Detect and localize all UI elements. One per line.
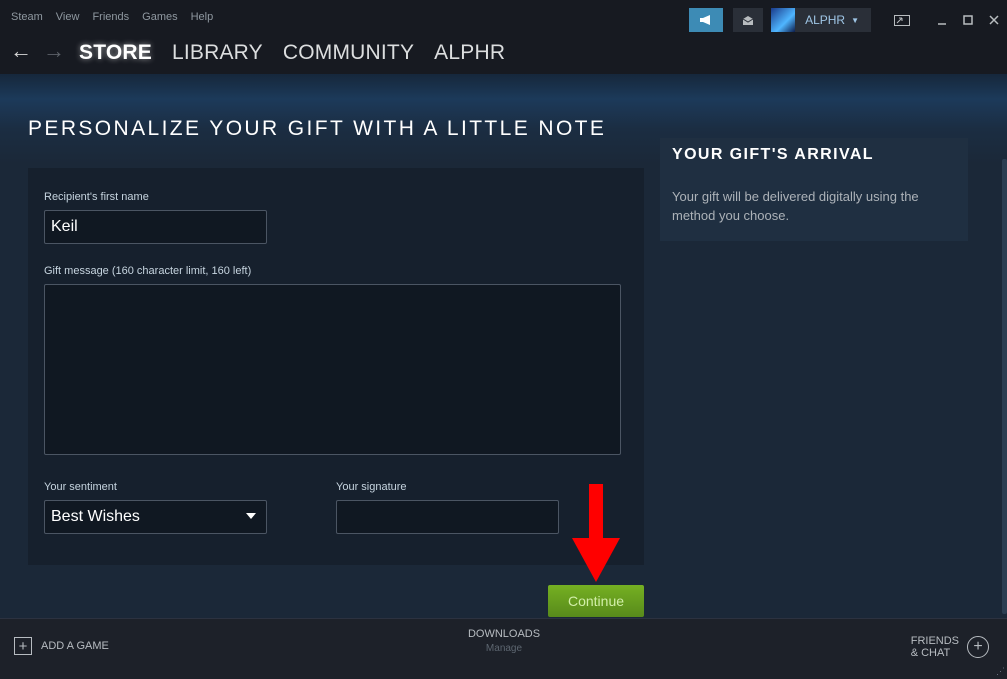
dropdown-caret-icon xyxy=(246,513,256,519)
plus-icon: + xyxy=(14,637,32,655)
continue-button[interactable]: Continue xyxy=(548,585,644,617)
add-game-button[interactable]: + ADD A GAME xyxy=(14,637,109,655)
friends-label-line2: & CHAT xyxy=(910,647,951,659)
resize-grip-icon[interactable]: ⋰ xyxy=(996,666,1005,677)
menu-games[interactable]: Games xyxy=(142,11,177,23)
monitor-icon xyxy=(894,14,910,26)
gift-message-label: Gift message (160 character limit, 160 l… xyxy=(44,265,252,277)
nav-library[interactable]: LIBRARY xyxy=(172,41,263,65)
avatar xyxy=(771,8,796,32)
bottom-bar: + ADD A GAME DOWNLOADS Manage FRIENDS & … xyxy=(0,618,1007,679)
minimize-icon xyxy=(938,23,946,25)
friends-chat-label: FRIENDS & CHAT xyxy=(911,635,959,659)
gift-message-textarea[interactable] xyxy=(44,284,621,455)
close-icon xyxy=(989,15,999,25)
arrival-title: YOUR GIFT'S ARRIVAL xyxy=(672,146,874,163)
friends-label-line1: FRIENDS xyxy=(910,635,959,647)
friends-chat-button[interactable]: FRIENDS & CHAT + xyxy=(911,635,989,659)
account-menu[interactable]: ALPHR ▼ xyxy=(771,8,871,32)
sentiment-label: Your sentiment xyxy=(44,481,117,493)
sentiment-select[interactable]: Best Wishes xyxy=(44,500,267,534)
chat-plus-icon: + xyxy=(967,636,989,658)
menu-friends[interactable]: Friends xyxy=(92,11,129,23)
minimize-button[interactable] xyxy=(929,8,955,32)
envelope-icon xyxy=(742,15,754,25)
notifications-button[interactable] xyxy=(733,8,764,32)
big-picture-button[interactable] xyxy=(885,8,919,32)
nav-community[interactable]: COMMUNITY xyxy=(283,41,414,65)
back-arrow-icon[interactable]: ← xyxy=(10,38,32,64)
chevron-down-icon: ▼ xyxy=(851,15,859,25)
maximize-icon xyxy=(963,15,973,25)
downloads-manage-label: Manage xyxy=(485,643,523,654)
nav-profile[interactable]: ALPHR xyxy=(434,41,505,65)
gift-note-form: Recipient's first name Keil Gift message… xyxy=(28,168,644,565)
menu-help[interactable]: Help xyxy=(191,11,214,23)
nav-bar: ← → STORE LIBRARY COMMUNITY ALPHR xyxy=(0,34,1007,74)
sentiment-value: Best Wishes xyxy=(51,508,140,525)
close-button[interactable] xyxy=(981,8,1007,32)
megaphone-icon xyxy=(700,15,711,25)
red-arrow-annotation-icon xyxy=(572,484,620,582)
maximize-button[interactable] xyxy=(955,8,981,32)
nav-store[interactable]: STORE xyxy=(79,41,152,65)
downloads-button[interactable]: DOWNLOADS Manage xyxy=(454,628,554,654)
store-content: PERSONALIZE YOUR GIFT WITH A LITTLE NOTE… xyxy=(0,74,1007,618)
page-title: PERSONALIZE YOUR GIFT WITH A LITTLE NOTE xyxy=(28,117,607,140)
scrollbar[interactable] xyxy=(1002,159,1007,614)
gift-arrival-panel: YOUR GIFT'S ARRIVAL Your gift will be de… xyxy=(660,138,968,241)
nav-links: STORE LIBRARY COMMUNITY ALPHR xyxy=(79,41,525,65)
menu-steam[interactable]: Steam xyxy=(11,11,43,23)
title-bar: Steam View Friends Games Help ALPHR ▼ xyxy=(0,0,1007,34)
announcements-button[interactable] xyxy=(689,8,724,32)
downloads-label: DOWNLOADS xyxy=(467,628,541,640)
signature-label: Your signature xyxy=(336,481,407,493)
recipient-label: Recipient's first name xyxy=(44,191,149,203)
menu-view[interactable]: View xyxy=(56,11,80,23)
signature-input[interactable] xyxy=(336,500,559,534)
menu-bar: Steam View Friends Games Help xyxy=(11,11,226,23)
title-bar-controls: ALPHR ▼ xyxy=(689,8,1007,32)
arrival-text: Your gift will be delivered digitally us… xyxy=(672,189,919,223)
recipient-input[interactable]: Keil xyxy=(44,210,267,244)
account-name: ALPHR xyxy=(805,13,846,27)
add-game-label: ADD A GAME xyxy=(41,640,109,652)
forward-arrow-icon[interactable]: → xyxy=(43,38,65,64)
